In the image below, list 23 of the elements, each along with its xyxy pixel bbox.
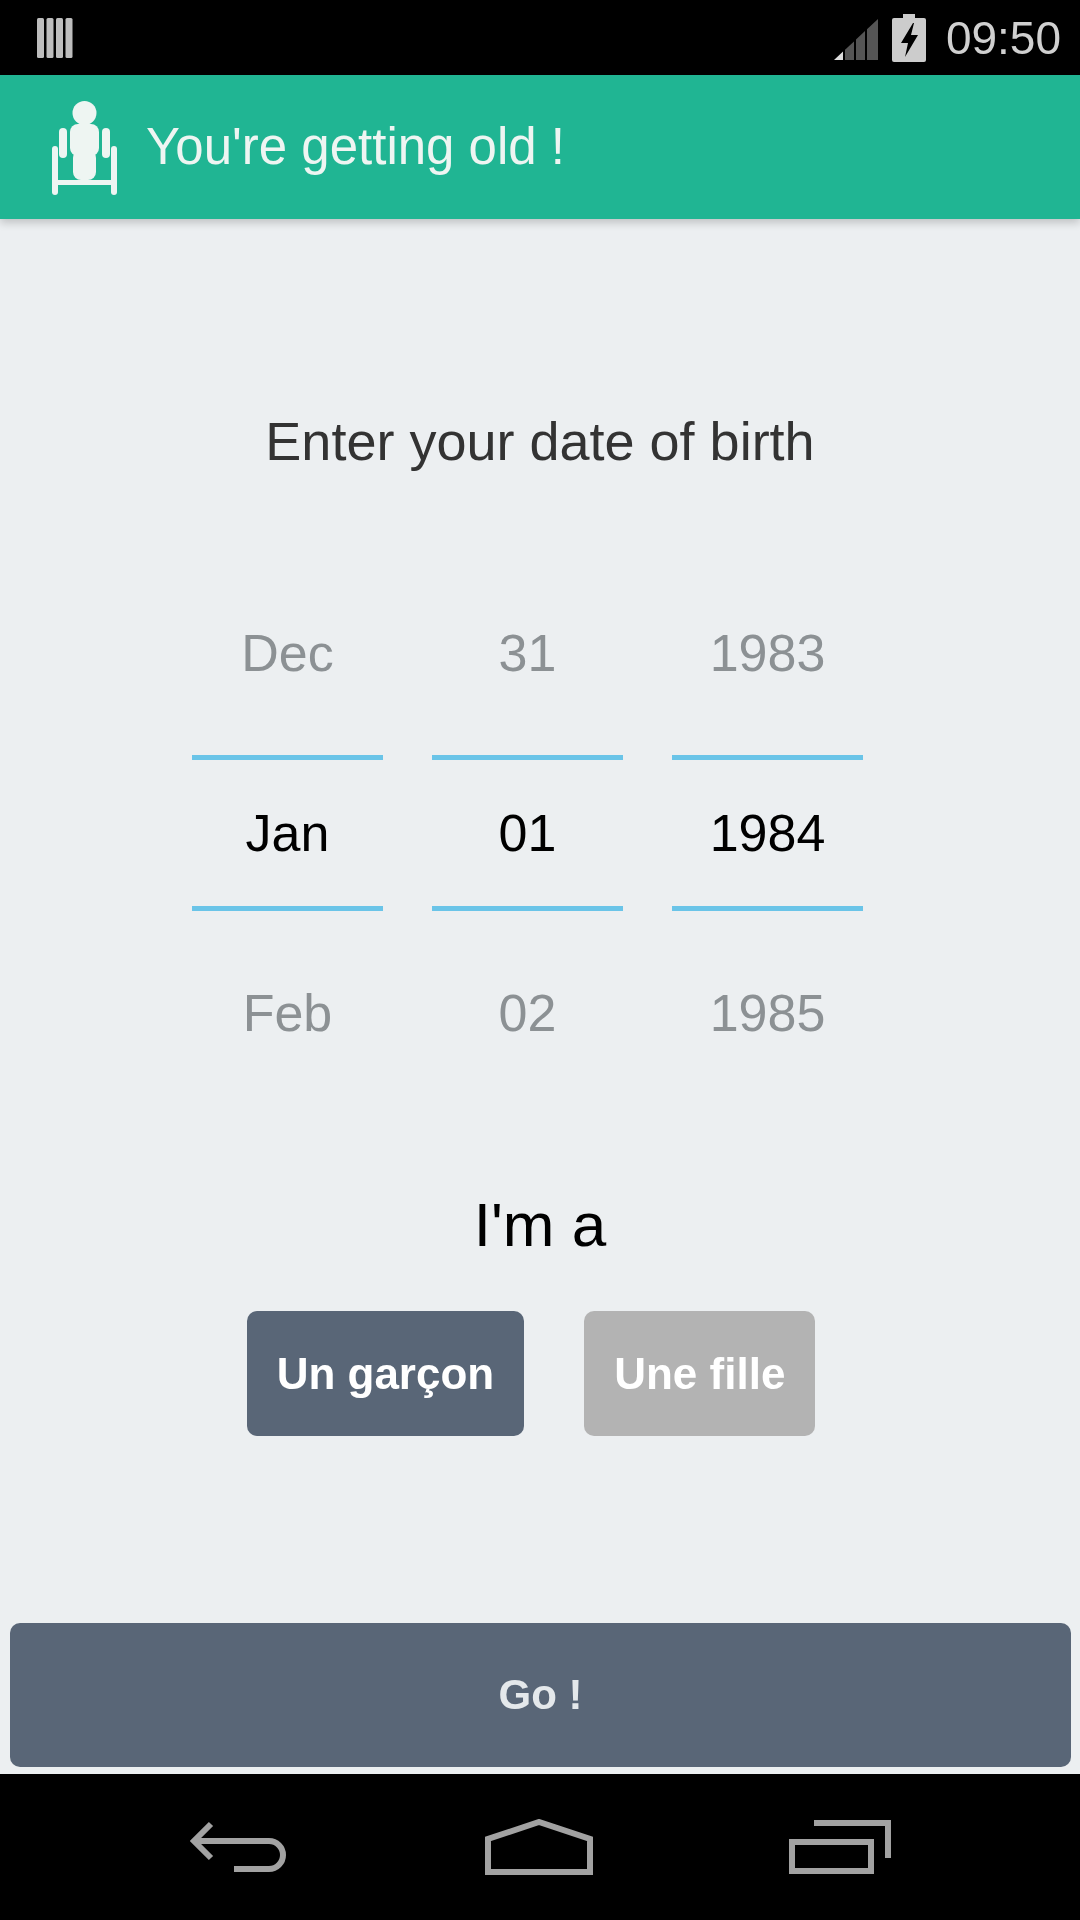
home-icon[interactable] <box>485 1819 593 1875</box>
picker-item[interactable]: Dec <box>192 603 383 703</box>
picker-item[interactable]: 01 <box>432 755 623 911</box>
picker-item[interactable]: 1984 <box>672 755 863 911</box>
gender-button[interactable]: Une fille <box>584 1311 816 1436</box>
gender-label: I'm a <box>473 1190 607 1260</box>
wheelchair-person-icon <box>51 99 118 195</box>
picker-item[interactable]: 02 <box>432 963 623 1063</box>
stripes-icon <box>37 17 73 58</box>
back-icon[interactable] <box>189 1821 289 1873</box>
recent-apps-icon[interactable] <box>789 1820 891 1874</box>
picker-item[interactable]: Jan <box>192 755 383 911</box>
picker-item[interactable]: 1985 <box>672 963 863 1063</box>
picker-item[interactable]: 31 <box>432 603 623 703</box>
clock-time: 09:50 <box>945 11 1061 64</box>
prompt-text: Enter your date of birth <box>265 410 815 473</box>
go-button[interactable]: Go ! <box>10 1623 1071 1767</box>
picker-item[interactable]: 1983 <box>672 603 863 703</box>
battery-charging-icon <box>891 13 926 62</box>
app-title: You're getting old ! <box>146 117 565 177</box>
signal-icon <box>833 19 878 60</box>
picker-item[interactable]: Feb <box>192 963 383 1063</box>
gender-button[interactable]: Un garçon <box>246 1311 525 1436</box>
